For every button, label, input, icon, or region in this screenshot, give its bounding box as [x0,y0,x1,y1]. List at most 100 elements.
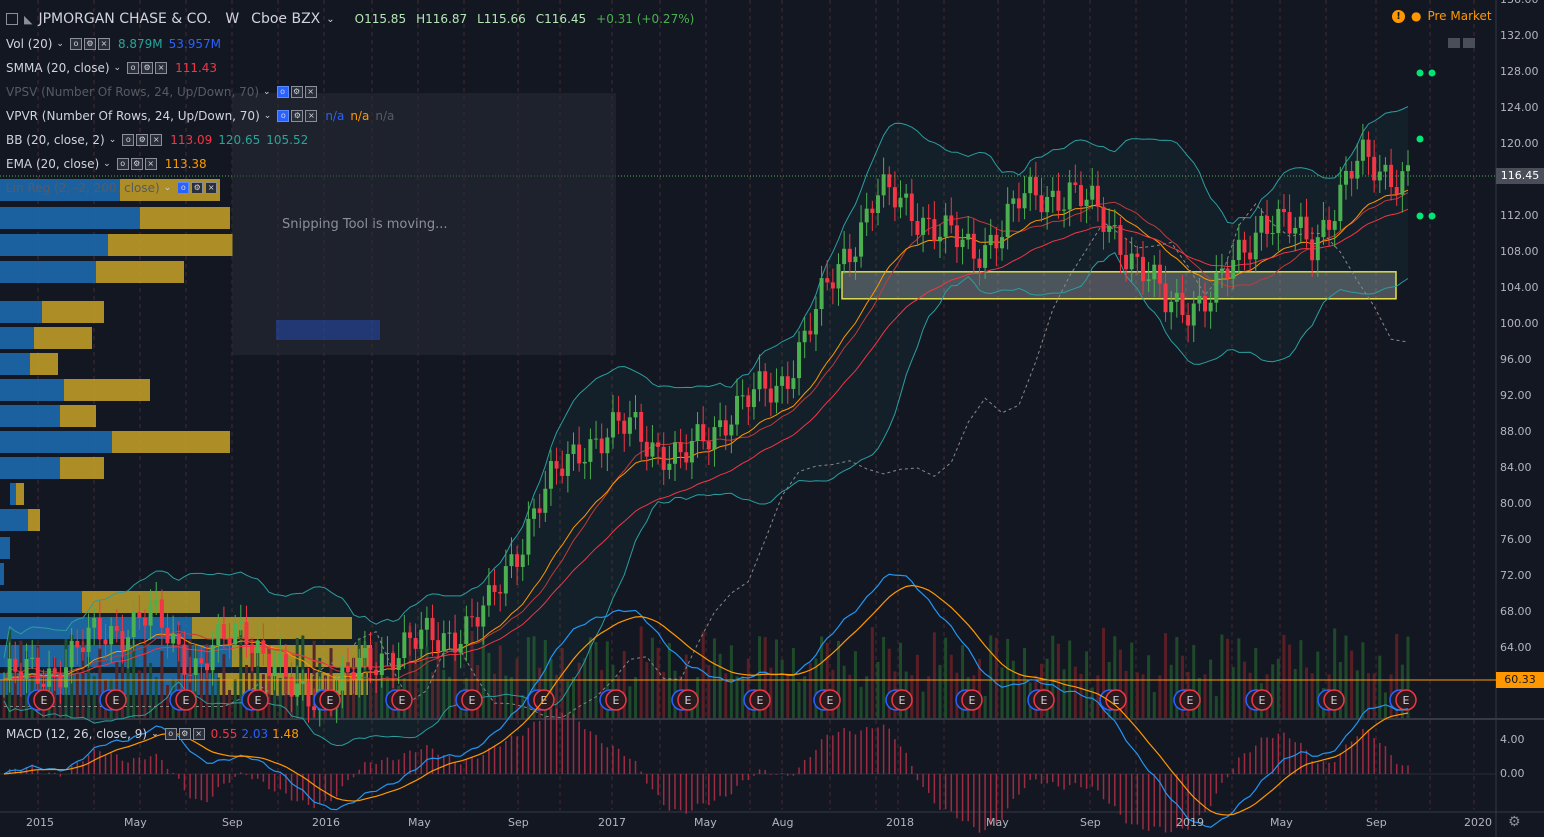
candle-body[interactable] [69,640,74,668]
candle-body[interactable] [97,618,102,640]
candle-body[interactable] [1332,221,1337,230]
candle-body[interactable] [689,440,694,463]
candle-body[interactable] [616,412,621,421]
indicator-name[interactable]: VPVR (Number Of Rows, 24, Up/Down, 70) [6,109,260,123]
earnings-marker[interactable]: E [743,689,771,711]
earnings-marker[interactable]: E [671,689,699,711]
candle-body[interactable] [1095,185,1100,207]
candle-body[interactable] [103,639,108,645]
candle-body[interactable] [1078,185,1083,207]
candle-body[interactable] [1050,190,1055,197]
candle-body[interactable] [486,585,491,606]
close-icon[interactable]: × [304,86,317,98]
indicator-name[interactable]: SMMA (20, close) [6,61,110,75]
close-icon[interactable]: × [150,134,163,146]
candle-body[interactable] [921,217,926,235]
candle-body[interactable] [1214,272,1219,303]
eye-icon[interactable]: o [69,38,82,50]
candle-body[interactable] [1400,171,1405,195]
candle-body[interactable] [374,669,379,675]
candle-body[interactable] [988,234,993,246]
candle-body[interactable] [1349,170,1354,179]
candle-body[interactable] [560,468,565,476]
candle-body[interactable] [7,658,12,680]
candle-body[interactable] [554,461,559,469]
candle-body[interactable] [565,453,570,476]
candle-body[interactable] [385,653,390,655]
candle-body[interactable] [875,195,880,213]
candle-body[interactable] [261,640,266,654]
candle-body[interactable] [1394,187,1399,195]
candle-body[interactable] [1033,176,1038,196]
gear-icon[interactable]: ⚙ [178,728,191,740]
candle-body[interactable] [1090,185,1095,200]
candle-body[interactable] [791,378,796,389]
candle-body[interactable] [114,626,119,631]
earnings-marker[interactable]: E [1389,689,1417,711]
indicator-name[interactable]: BB (20, close, 2) [6,133,105,147]
candle-body[interactable] [1253,232,1258,260]
candle-body[interactable] [210,645,215,671]
gear-icon[interactable]: ⚙ [130,158,143,170]
candle-body[interactable] [667,463,672,470]
candle-body[interactable] [430,617,435,641]
candle-body[interactable] [92,618,97,628]
candle-body[interactable] [1377,171,1382,181]
candle-body[interactable] [244,621,249,645]
candle-body[interactable] [283,653,288,677]
earnings-marker[interactable]: E [955,689,983,711]
candle-body[interactable] [774,385,779,403]
eye-icon[interactable]: o [177,182,190,194]
candle-body[interactable] [188,674,193,676]
candle-body[interactable] [1236,239,1241,261]
candle-body[interactable] [1045,196,1050,213]
candle-body[interactable] [983,245,988,268]
scale-buttons-icon[interactable] [1448,38,1478,50]
indicator-buttons[interactable]: o ⚙ × [122,134,163,146]
gear-icon[interactable]: ⚙ [83,38,96,50]
candle-body[interactable] [64,667,69,688]
candle-body[interactable] [627,417,632,434]
chevron-down-icon[interactable]: ⌄ [103,159,111,169]
candle-body[interactable] [503,566,508,594]
candle-body[interactable] [250,644,255,654]
candle-body[interactable] [436,640,441,652]
exchange[interactable]: Cboe BZX [251,11,320,27]
candle-body[interactable] [881,174,886,196]
candle-body[interactable] [58,673,63,688]
candle-body[interactable] [836,264,841,289]
candle-body[interactable] [227,638,232,645]
candle-body[interactable] [1140,256,1145,282]
macd-name[interactable]: MACD (12, 26, close, 9) [6,727,147,741]
candle-body[interactable] [943,215,948,237]
settings-gear-icon[interactable]: ⚙ [1508,814,1521,830]
candle-body[interactable] [515,554,520,567]
candle-body[interactable] [498,592,503,594]
candle-body[interactable] [41,683,46,687]
candle-body[interactable] [165,627,170,644]
candle-body[interactable] [396,658,401,671]
candle-body[interactable] [278,653,283,666]
candle-body[interactable] [379,653,384,675]
candle-body[interactable] [345,665,350,673]
candle-body[interactable] [926,217,931,220]
candle-body[interactable] [109,626,114,645]
eye-icon[interactable]: o [164,728,177,740]
candle-body[interactable] [1281,208,1286,213]
indicator-buttons[interactable]: o ⚙ × [116,158,157,170]
candle-body[interactable] [582,461,587,464]
candle-body[interactable] [1067,182,1072,210]
candle-body[interactable] [548,461,553,489]
candle-body[interactable] [458,643,463,653]
candle-body[interactable] [1383,164,1388,172]
candle-body[interactable] [1208,302,1213,312]
candle-body[interactable] [1169,301,1174,313]
indicator-name[interactable]: VPSV (Number Of Rows, 24, Up/Down, 70) [6,85,259,99]
earnings-marker[interactable]: E [1317,689,1345,711]
candle-body[interactable] [1355,160,1360,179]
eye-icon[interactable]: o [122,134,135,146]
candle-body[interactable] [182,644,187,675]
candle-body[interactable] [1321,219,1326,238]
candle-body[interactable] [13,658,18,672]
candle-body[interactable] [368,648,373,670]
